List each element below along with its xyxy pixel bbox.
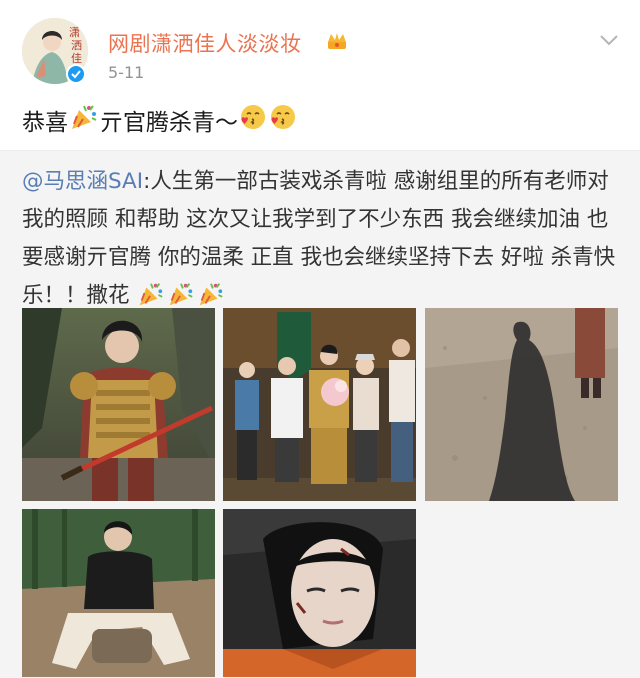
photo-group-flowers[interactable]: [223, 308, 416, 501]
chevron-down-icon[interactable]: [599, 31, 619, 50]
photo-shadow-ground[interactable]: [425, 308, 618, 501]
repost-text: @马思涵SAI:人生第一部古装戏杀青啦 感谢组里的所有老师对我的照顾 和帮助 这…: [22, 163, 622, 315]
photo-sitting-rock[interactable]: [22, 509, 215, 677]
svg-text:潇: 潇: [69, 26, 80, 39]
photo-armor-sword[interactable]: [22, 308, 215, 501]
party-popper-emoji: [69, 102, 99, 138]
post-header: 潇 洒 佳 人 网剧潇洒佳人淡淡妆 5-11: [0, 0, 640, 95]
post-text-before: 恭喜: [22, 110, 68, 136]
crown-icon: [326, 31, 348, 55]
post-timestamp: 5-11: [108, 63, 145, 82]
photo-closeup-face[interactable]: [223, 509, 416, 677]
mention-link[interactable]: @马思涵SAI: [22, 169, 143, 194]
kissing-face-emoji: [269, 103, 297, 137]
post-text: 恭喜 亓官腾杀青～: [22, 102, 298, 138]
svg-text:洒: 洒: [71, 39, 82, 52]
svg-text:佳: 佳: [71, 51, 82, 65]
username[interactable]: 网剧潇洒佳人淡淡妆: [108, 28, 302, 58]
verified-badge-icon: [66, 64, 86, 84]
post-text-after: 亓官腾杀青～: [100, 110, 238, 136]
kissing-face-emoji: [239, 103, 267, 137]
